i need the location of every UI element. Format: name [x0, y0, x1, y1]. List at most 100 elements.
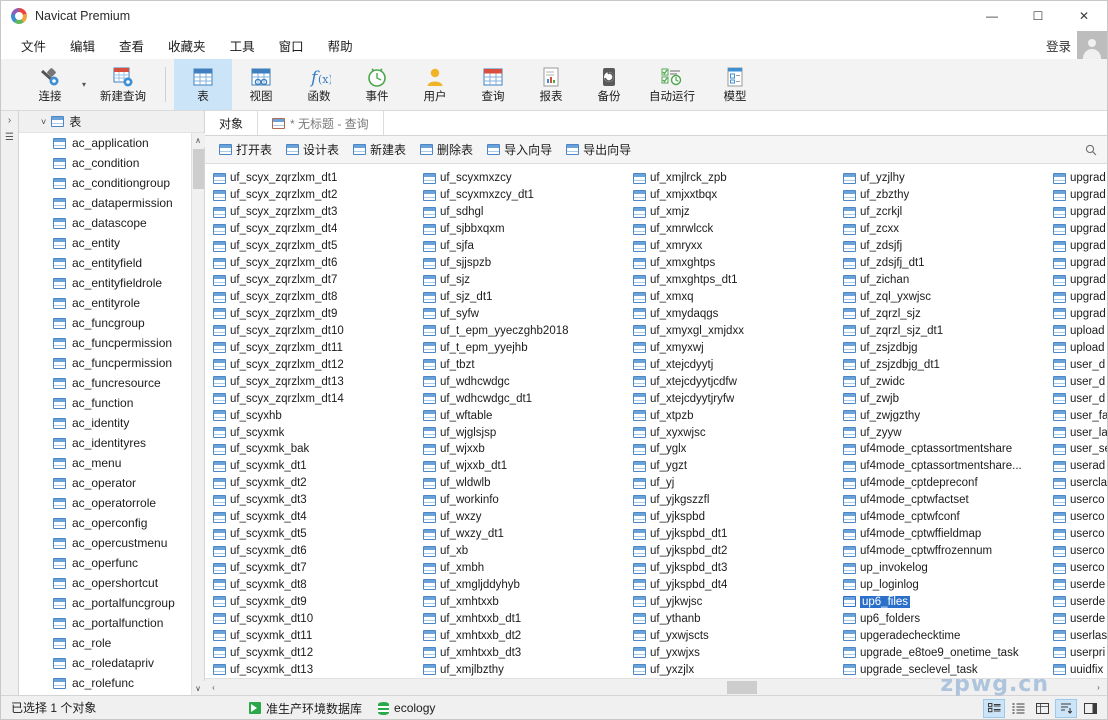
toolbar-view-button[interactable]: 视图: [232, 59, 290, 110]
tree-item[interactable]: ac_rolefunc: [19, 673, 191, 693]
table-list-item[interactable]: uf_zql_yxwjsc: [841, 289, 1051, 306]
table-list-item[interactable]: uf_scyxmk_dt12: [211, 644, 421, 661]
table-list-item[interactable]: upgrad: [1051, 238, 1107, 255]
table-list-item[interactable]: userco: [1051, 543, 1107, 560]
table-list-item[interactable]: uf4mode_cptwffrozennum: [841, 543, 1051, 560]
tab-objects[interactable]: 对象: [205, 111, 258, 135]
table-list-item[interactable]: uf_scyx_zqrzlxm_dt10: [211, 322, 421, 339]
table-list-item[interactable]: uf_xmbh: [421, 560, 631, 577]
table-list-item[interactable]: userde: [1051, 610, 1107, 627]
table-list-item[interactable]: uf_scyxmk_dt13: [211, 661, 421, 678]
table-list-item[interactable]: uf_xmryxx: [631, 238, 841, 255]
grid-view-icon[interactable]: [983, 699, 1005, 718]
table-list-item[interactable]: uf_scyx_zqrzlxm_dt2: [211, 187, 421, 204]
table-list-item[interactable]: uf_scyx_zqrzlxm_dt9: [211, 306, 421, 323]
table-list-item[interactable]: uf_xyxwjsc: [631, 424, 841, 441]
table-list-item[interactable]: userpri: [1051, 644, 1107, 661]
table-list-item[interactable]: upgrad: [1051, 221, 1107, 238]
table-list-item[interactable]: uf_t_epm_yyeczghb2018: [421, 322, 631, 339]
table-list-item[interactable]: uf_workinfo: [421, 492, 631, 509]
tree-item[interactable]: ac_menu: [19, 453, 191, 473]
table-list-item[interactable]: uf_xmxghtps: [631, 255, 841, 272]
database-chip[interactable]: ecology: [378, 701, 435, 715]
table-list-item[interactable]: uf_sjbbxqxm: [421, 221, 631, 238]
tree-header[interactable]: ˅ 表: [19, 111, 204, 133]
user-avatar-icon[interactable]: [1077, 31, 1107, 59]
tree-item[interactable]: ac_funcresource: [19, 373, 191, 393]
design-table-button[interactable]: 设计表: [280, 138, 345, 161]
chevron-down-icon[interactable]: ˅: [41, 117, 46, 127]
table-list-item[interactable]: userad: [1051, 458, 1107, 475]
table-list-item[interactable]: uf_xmjlbzthy: [421, 661, 631, 678]
table-list-item[interactable]: uf_scyx_zqrzlxm_dt6: [211, 255, 421, 272]
table-list-item[interactable]: uf_sjjspzb: [421, 255, 631, 272]
tree-vertical-scrollbar[interactable]: ∧ ∨: [191, 133, 204, 695]
list-horizontal-scrollbar[interactable]: ‹ ›: [205, 678, 1107, 695]
list-view-icon[interactable]: [1007, 699, 1029, 718]
tree-item[interactable]: ac_opershortcut: [19, 573, 191, 593]
table-list-item[interactable]: uf_yjkgszzfl: [631, 492, 841, 509]
table-list-item[interactable]: up_loginlog: [841, 577, 1051, 594]
table-list-item[interactable]: uf_zqrzl_sjz_dt1: [841, 322, 1051, 339]
table-list-item[interactable]: uf_scyxmk_dt10: [211, 610, 421, 627]
sort-view-icon[interactable]: [1055, 699, 1077, 718]
table-list-item[interactable]: uf_scyxmxzcy: [421, 170, 631, 187]
table-list-item[interactable]: uf_syfw: [421, 306, 631, 323]
tree-item[interactable]: ac_funcpermission: [19, 353, 191, 373]
table-list-item[interactable]: uf_xmgljddyhyb: [421, 577, 631, 594]
tree-item[interactable]: ac_datascope: [19, 213, 191, 233]
tree-item[interactable]: ac_opercustmenu: [19, 533, 191, 553]
table-list-item[interactable]: uf_wjxxb: [421, 441, 631, 458]
tree-item[interactable]: ac_application: [19, 133, 191, 153]
table-list-item[interactable]: user_la: [1051, 424, 1107, 441]
table-list-item[interactable]: uf_scyxmk_bak: [211, 441, 421, 458]
table-list-item[interactable]: uf_zdsjfj_dt1: [841, 255, 1051, 272]
toolbar-table-button[interactable]: 表: [174, 59, 232, 110]
table-list-item[interactable]: uf_scyx_zqrzlxm_dt4: [211, 221, 421, 238]
tree-item[interactable]: ac_function: [19, 393, 191, 413]
table-list-item[interactable]: user_d: [1051, 373, 1107, 390]
table-list-item[interactable]: userco: [1051, 509, 1107, 526]
toolbar-backup-button[interactable]: 备份: [580, 59, 638, 110]
table-list-item[interactable]: user_d: [1051, 356, 1107, 373]
table-list-item[interactable]: uf_scyx_zqrzlxm_dt11: [211, 339, 421, 356]
close-button[interactable]: ✕: [1061, 1, 1107, 31]
table-list-item[interactable]: uf_wdhcwdgc: [421, 373, 631, 390]
tree-item[interactable]: ac_operconfig: [19, 513, 191, 533]
table-list-item[interactable]: uf_scyxmk_dt7: [211, 560, 421, 577]
preview-pane-icon[interactable]: [1079, 699, 1101, 718]
table-list-item[interactable]: uf_scyxmk_dt11: [211, 627, 421, 644]
tree-item[interactable]: ac_funcpermission: [19, 333, 191, 353]
tab-untitled-query[interactable]: * 无标题 - 查询: [258, 111, 384, 135]
table-list-item[interactable]: uf_yxzjlx: [631, 661, 841, 678]
table-list-item[interactable]: upgrad: [1051, 272, 1107, 289]
table-list-item[interactable]: uf_yjkspbd_dt3: [631, 560, 841, 577]
table-list-item[interactable]: uf_wjxxb_dt1: [421, 458, 631, 475]
table-list-item[interactable]: uf_yj: [631, 475, 841, 492]
table-list-item[interactable]: uf_tbzt: [421, 356, 631, 373]
toolbar-query-button[interactable]: 查询: [464, 59, 522, 110]
table-list-item[interactable]: uf_zcxx: [841, 221, 1051, 238]
table-list-item[interactable]: upgeradechecktime: [841, 627, 1051, 644]
table-list-item[interactable]: uf_wxzy: [421, 509, 631, 526]
table-list-item[interactable]: upgrad: [1051, 204, 1107, 221]
table-list-item[interactable]: uf_ygzt: [631, 458, 841, 475]
toolbar-new-query-button[interactable]: 新建查询: [89, 59, 157, 110]
table-list-item[interactable]: uf_xtejcdyytjryfw: [631, 390, 841, 407]
table-list-item[interactable]: uf_sdhgl: [421, 204, 631, 221]
maximize-button[interactable]: ☐: [1015, 1, 1061, 31]
table-list-item[interactable]: uf_yjkwjsc: [631, 593, 841, 610]
table-list-item[interactable]: uf_scyx_zqrzlxm_dt1: [211, 170, 421, 187]
search-icon[interactable]: [1085, 143, 1097, 155]
tree-item[interactable]: ac_operatorrole: [19, 493, 191, 513]
tree-item[interactable]: ac_role: [19, 633, 191, 653]
table-list-item[interactable]: uf_scyxmk_dt5: [211, 526, 421, 543]
table-list-item[interactable]: uf4mode_cptwfactset: [841, 492, 1051, 509]
toolbar-user-button[interactable]: 用户: [406, 59, 464, 110]
table-list-item[interactable]: userco: [1051, 526, 1107, 543]
table-list-item[interactable]: uf_scyxmk_dt4: [211, 509, 421, 526]
table-list-item[interactable]: uf_t_epm_yyejhb: [421, 339, 631, 356]
scroll-down-arrow-icon[interactable]: ∨: [192, 681, 205, 695]
table-list-item[interactable]: uf_zsjzdbjg_dt1: [841, 356, 1051, 373]
menu-favorites[interactable]: 收藏夹: [156, 32, 218, 59]
